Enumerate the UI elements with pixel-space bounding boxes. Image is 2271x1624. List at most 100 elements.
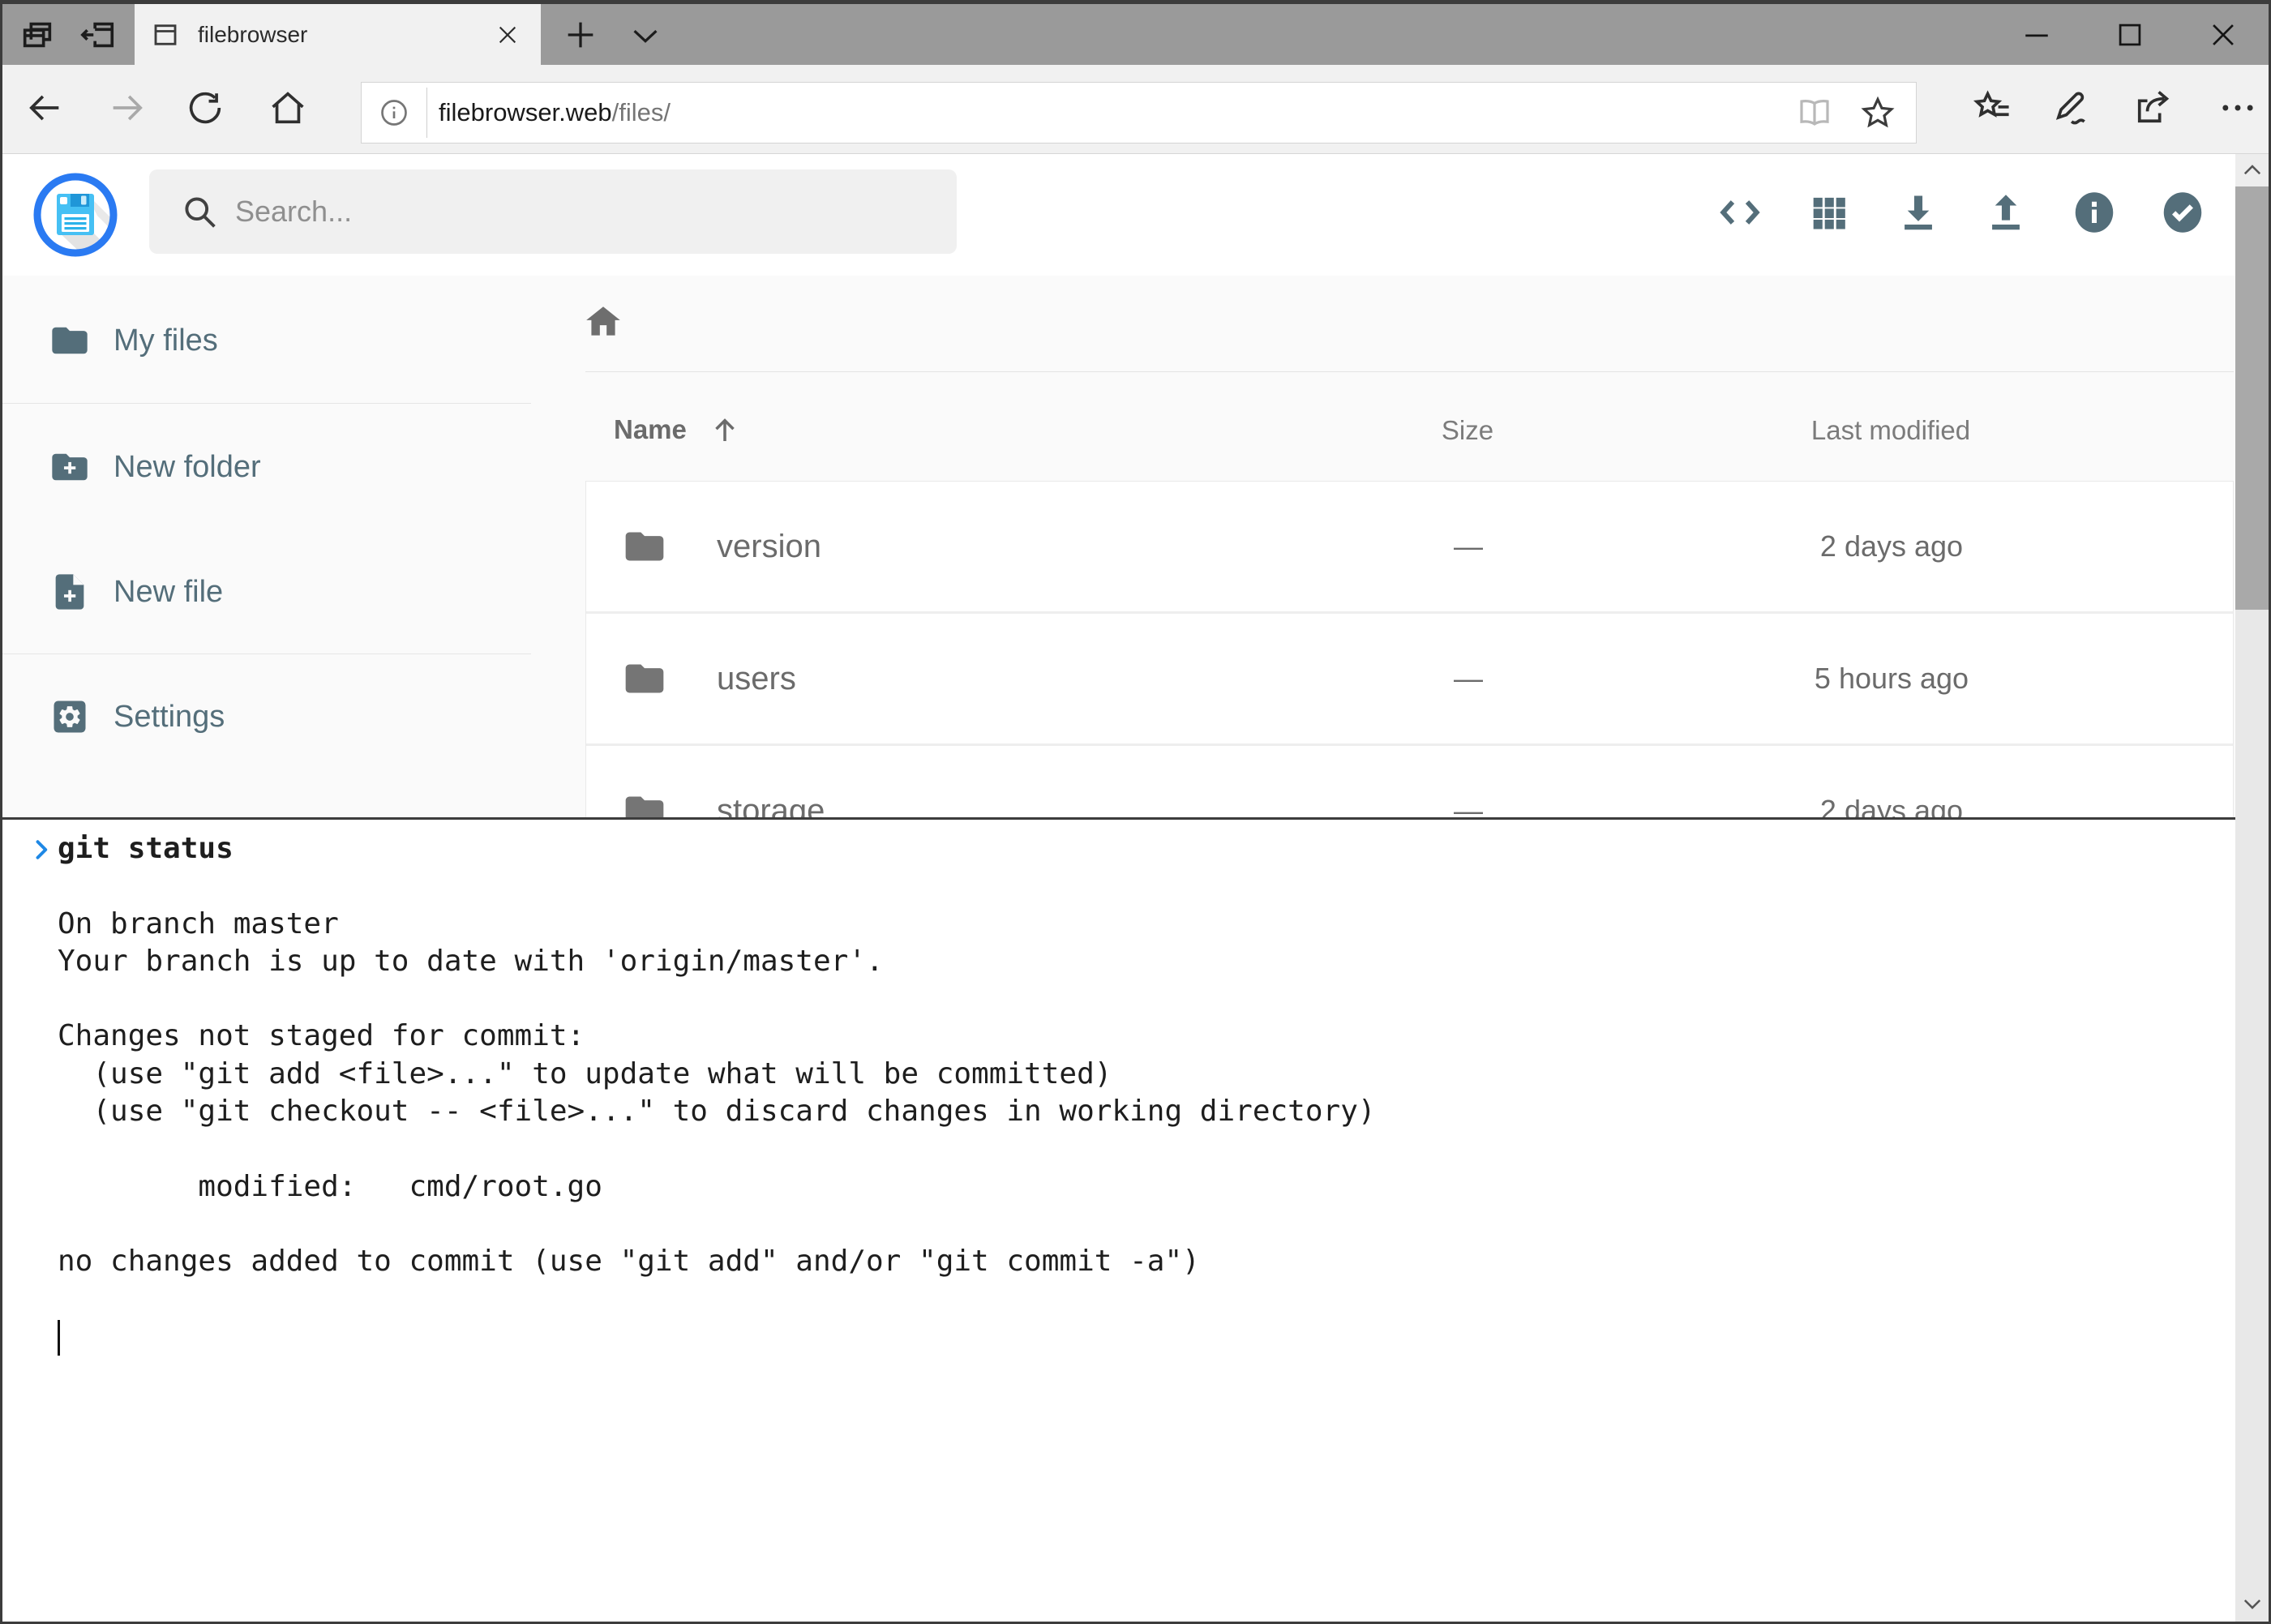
search-input[interactable]: Search... [149,169,957,254]
file-modified: 2 days ago [1729,482,2054,611]
search-icon [178,191,221,233]
home-button[interactable] [259,79,316,136]
folder-icon [622,656,667,701]
select-multiple-button[interactable] [2150,180,2215,245]
terminal-command: git status [58,830,2219,868]
new-file-icon [49,571,91,613]
file-name: version [717,482,821,611]
grid-view-button[interactable] [1797,180,1862,245]
address-divider [426,88,427,138]
scroll-up-button[interactable] [2235,154,2269,186]
file-row-version[interactable]: version — 2 days ago [586,482,2233,614]
file-name: storage [717,746,825,817]
scroll-down-button[interactable] [2235,1588,2269,1620]
sidebar-item-settings[interactable]: Settings [2,656,531,778]
folder-icon [622,788,667,817]
file-name: users [717,614,796,743]
share-icon [2132,87,2174,129]
check-circle-icon [2158,187,2207,238]
terminal-output: git status On branch master Your branch … [58,830,2219,1356]
more-button[interactable] [2209,79,2266,136]
settings-icon [49,696,91,738]
new-folder-icon [49,446,91,488]
new-tab-button[interactable] [556,11,605,59]
url-host: filebrowser.web [439,98,612,126]
breadcrumb-divider [585,371,2234,372]
minimize-icon [2019,17,2055,53]
column-header-modified[interactable]: Last modified [1729,415,2053,446]
window-close-icon [2205,17,2241,53]
file-listing: version — 2 days ago users — 5 hours ago… [585,481,2234,817]
column-header-label: Name [614,414,687,445]
file-row-users[interactable]: users — 5 hours ago [586,614,2233,746]
tab-preview-button[interactable] [13,11,62,59]
favorite-star-button[interactable] [1849,84,1906,141]
terminal-line: On branch master [58,906,2219,943]
upload-icon [1982,189,2029,236]
file-size: — [1387,746,1549,817]
scrollbar-thumb[interactable] [2235,186,2269,610]
breadcrumb-home-icon[interactable] [583,302,623,342]
terminal-line: Changes not staged for commit: [58,1018,2219,1055]
logo-icon[interactable] [32,172,118,258]
tab-close-button[interactable] [487,15,528,55]
upload-button[interactable] [1973,180,2038,245]
sidebar-item-label: My files [114,324,218,358]
file-row-storage[interactable]: storage — 2 days ago [586,746,2233,817]
address-bar[interactable]: filebrowser.web/files/ [361,82,1917,144]
file-size: — [1387,614,1549,743]
url-path: /files/ [612,98,671,126]
column-header-size[interactable]: Size [1386,415,1549,446]
terminal-line: no changes added to commit (use "git add… [58,1243,2219,1280]
terminal-line: (use "git checkout -- <file>..." to disc… [58,1093,2219,1130]
terminal-line [58,868,2219,905]
reading-view-button[interactable] [1786,84,1843,141]
search-placeholder: Search... [235,195,352,229]
browser-tab[interactable]: filebrowser [135,4,541,65]
refresh-icon [184,87,226,129]
app-header: Search... [2,154,2269,276]
download-icon [1895,189,1942,236]
browser-toolbar: filebrowser.web/files/ [2,65,2269,154]
hub-button[interactable] [1964,79,2020,136]
window-close-button[interactable] [2191,4,2256,65]
tab-menu-button[interactable] [621,11,670,59]
sidebar-divider [2,653,531,654]
info-filled-icon [2070,187,2119,238]
terminal-line [58,1130,2219,1168]
prompt-icon [27,835,56,864]
maximize-button[interactable] [2097,4,2162,65]
sidebar-item-label: Settings [114,700,225,735]
maximize-icon [2112,17,2148,53]
forward-button[interactable] [99,79,156,136]
info-button[interactable] [2062,180,2127,245]
file-size: — [1387,482,1549,611]
download-button[interactable] [1886,180,1951,245]
column-header-name[interactable]: Name [614,409,742,450]
page-info-icon[interactable] [362,96,426,129]
tab-page-icon [151,20,180,49]
folder-icon [49,319,91,362]
filebrowser-app: Search... [2,154,2269,817]
web-note-icon [2050,87,2092,129]
sidebar-item-new-folder[interactable]: New folder [2,406,531,528]
refresh-button[interactable] [177,79,234,136]
web-note-button[interactable] [2042,79,2099,136]
tab-preview-icon [19,16,56,54]
set-tabs-aside-button[interactable] [74,11,122,59]
scroll-down-icon [2239,1590,2266,1618]
grid-view-icon [1806,189,1853,236]
terminal-line: Your branch is up to date with 'origin/m… [58,943,2219,980]
code-view-button[interactable] [1708,180,1772,245]
sidebar-item-label: New file [114,575,223,610]
sidebar-item-my-files[interactable]: My files [2,280,531,401]
file-modified: 2 days ago [1729,746,2054,817]
page-scrollbar[interactable] [2235,154,2269,1622]
share-button[interactable] [2124,79,2181,136]
terminal-panel[interactable]: git status On branch master Your branch … [2,817,2235,1622]
back-button[interactable] [16,79,73,136]
sidebar-item-new-file[interactable]: New file [2,531,531,653]
folder-icon [622,524,667,569]
minimize-button[interactable] [2004,4,2069,65]
tab-bar: filebrowser [2,4,2269,65]
